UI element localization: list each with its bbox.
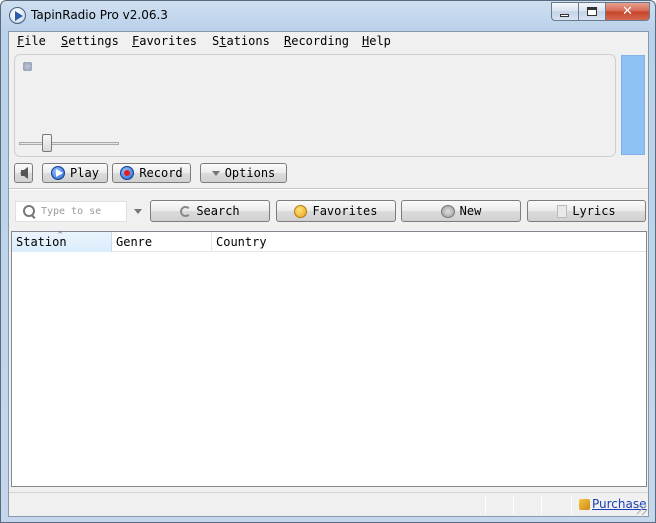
search-input[interactable]: [41, 206, 121, 217]
list-header: ^ Station Genre Country: [12, 232, 646, 252]
sort-ascending-icon: ^: [58, 231, 63, 239]
close-button[interactable]: ✕: [605, 2, 650, 21]
column-header-station[interactable]: ^ Station: [12, 232, 112, 252]
new-label: New: [459, 204, 482, 218]
menu-settings[interactable]: Settings: [61, 34, 119, 48]
favorites-button[interactable]: Favorites: [276, 200, 396, 222]
volume-slider-track[interactable]: [19, 142, 119, 145]
play-icon: [51, 166, 66, 180]
search-icon: [23, 204, 37, 219]
app-logo-icon[interactable]: [9, 7, 26, 24]
speaker-icon: [19, 167, 28, 179]
column-header-genre[interactable]: Genre: [112, 232, 212, 252]
search-history-dropdown-icon[interactable]: [134, 209, 142, 214]
minimize-icon: [560, 14, 569, 17]
menu-file[interactable]: File: [17, 34, 46, 48]
status-separator: [541, 496, 542, 514]
search-label: Search: [196, 204, 240, 218]
new-button[interactable]: New: [401, 200, 521, 222]
caption-buttons: ✕: [551, 2, 650, 21]
record-button[interactable]: Record: [112, 163, 191, 183]
lyrics-icon: [557, 204, 568, 218]
app-window: TapinRadio Pro v2.06.3 ✕ File Settings F…: [0, 0, 656, 523]
lyrics-button[interactable]: Lyrics: [527, 200, 646, 222]
menu-bar: File Settings Favorites Stations Recordi…: [9, 32, 648, 52]
record-icon: [120, 166, 135, 180]
favorites-icon: [294, 204, 308, 218]
volume-slider-thumb[interactable]: [42, 134, 52, 152]
record-label: Record: [139, 166, 183, 180]
search-refresh-icon: [180, 205, 192, 217]
search-button[interactable]: Search: [150, 200, 270, 222]
menu-help[interactable]: Help: [362, 34, 391, 48]
window-title: TapinRadio Pro v2.06.3: [31, 8, 168, 22]
title-bar[interactable]: TapinRadio Pro v2.06.3 ✕: [1, 1, 655, 31]
dropdown-arrow-icon: [211, 170, 220, 176]
status-separator: [485, 496, 486, 514]
options-label: Options: [224, 166, 276, 180]
menu-favorites[interactable]: Favorites: [132, 34, 197, 48]
client-area: File Settings Favorites Stations Recordi…: [8, 31, 649, 517]
minimize-button[interactable]: [551, 2, 578, 21]
divider: [9, 188, 648, 190]
status-separator: [571, 496, 572, 514]
mute-button[interactable]: [14, 163, 33, 183]
play-button[interactable]: Play: [42, 163, 108, 183]
column-header-country[interactable]: Country: [212, 232, 646, 252]
maximize-icon: [587, 7, 597, 16]
maximize-button[interactable]: [578, 2, 605, 21]
status-bar: Purchase: [9, 492, 648, 516]
lyrics-label: Lyrics: [572, 204, 616, 218]
close-icon: ✕: [622, 4, 633, 19]
status-separator: [513, 496, 514, 514]
favorites-label: Favorites: [312, 204, 378, 218]
level-meter: [621, 55, 645, 155]
options-button[interactable]: Options: [200, 163, 287, 183]
search-box[interactable]: [15, 201, 127, 222]
resize-grip[interactable]: [637, 505, 647, 515]
now-playing-panel: [14, 54, 616, 157]
menu-recording[interactable]: Recording: [284, 34, 349, 48]
new-icon: [440, 204, 455, 218]
menu-stations[interactable]: Stations: [212, 34, 270, 48]
station-list[interactable]: ^ Station Genre Country: [11, 231, 647, 487]
play-label: Play: [70, 166, 99, 180]
purchase-icon: [579, 499, 590, 510]
station-logo-icon: [23, 62, 32, 71]
